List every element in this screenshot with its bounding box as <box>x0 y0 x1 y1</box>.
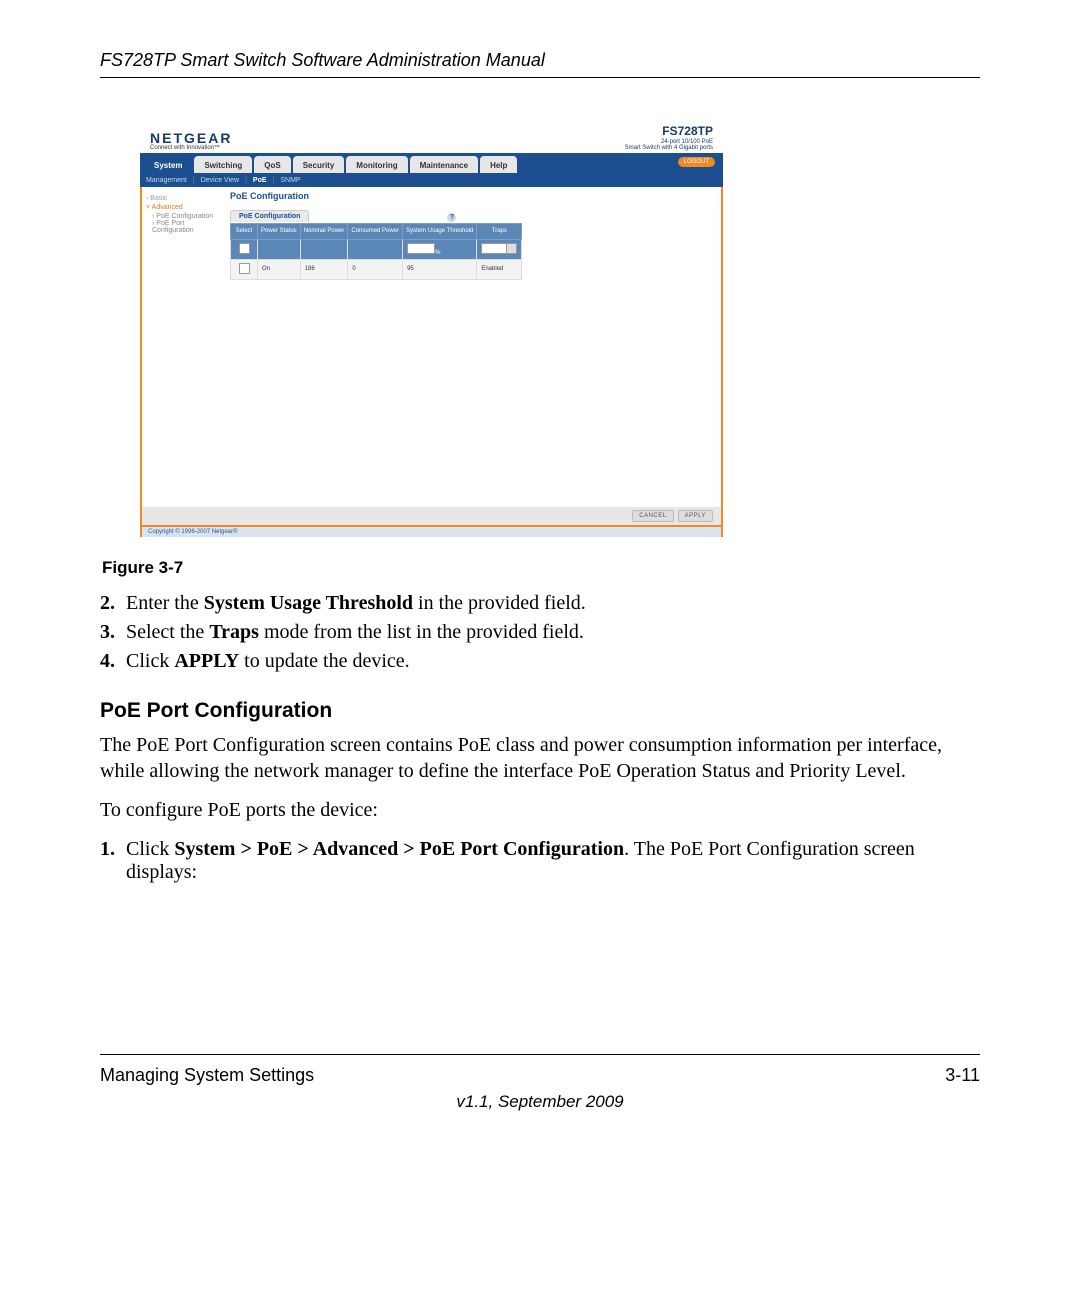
col-power-status: Power Status <box>258 224 301 240</box>
subtab-poe[interactable]: PoE <box>253 177 267 184</box>
sidebar-item-poe-port-config[interactable]: › PoE Port Configuration <box>152 220 220 234</box>
col-usage-threshold: System Usage Threshold <box>403 224 477 240</box>
steps-list-top: 2.Enter the System Usage Threshold in th… <box>100 592 980 673</box>
section-p2: To configure PoE ports the device: <box>100 798 980 824</box>
brand-logo: NETGEAR <box>150 131 232 145</box>
tab-qos[interactable]: QoS <box>254 156 290 173</box>
footer-bar: CANCEL APPLY <box>140 507 723 527</box>
copyright: Copyright © 1996-2007 Netgear® <box>140 527 723 537</box>
sidebar-item-basic[interactable]: › Basic <box>146 195 220 202</box>
poe-config-table: Select Power Status Nominal Power Consum… <box>230 223 522 280</box>
sidebar: › Basic ˅ Advanced › PoE Configuration ›… <box>142 187 224 507</box>
footer-right: 3-11 <box>945 1065 980 1086</box>
page-footer: Managing System Settings 3-11 <box>100 1054 980 1086</box>
col-select: Select <box>231 224 258 240</box>
tab-maintenance[interactable]: Maintenance <box>410 156 478 173</box>
sidebar-item-advanced[interactable]: ˅ Advanced <box>146 204 220 211</box>
cancel-button[interactable]: CANCEL <box>632 510 673 522</box>
tab-switching[interactable]: Switching <box>194 156 252 173</box>
subtab-deviceview[interactable]: Device View <box>201 177 239 184</box>
running-header: FS728TP Smart Switch Software Administra… <box>100 50 980 78</box>
subtab-management[interactable]: Management <box>146 177 187 184</box>
section-heading: PoE Port Configuration <box>100 699 980 723</box>
sub-tabs: Management| Device View| PoE| SNMP <box>140 173 723 187</box>
select-all-checkbox[interactable] <box>239 243 250 254</box>
model-block: FS728TP 24-port 10/100 PoE Smart Switch … <box>625 123 713 151</box>
col-consumed-power: Consumed Power <box>348 224 403 240</box>
section-p1: The PoE Port Configuration screen contai… <box>100 733 980 784</box>
col-nominal-power: Nominal Power <box>300 224 348 240</box>
traps-select[interactable] <box>481 243 517 254</box>
tab-help[interactable]: Help <box>480 156 517 173</box>
admin-screenshot: NETGEAR Connect with Innovation™ FS728TP… <box>140 118 723 540</box>
figure-3-7: NETGEAR Connect with Innovation™ FS728TP… <box>140 118 980 540</box>
col-traps: Traps <box>477 224 522 240</box>
row-checkbox[interactable] <box>239 263 250 274</box>
help-icon[interactable]: ? <box>447 213 456 222</box>
tab-monitoring[interactable]: Monitoring <box>346 156 407 173</box>
panel-title: PoE Configuration <box>230 191 715 201</box>
figure-label: Figure 3-7 <box>102 558 980 578</box>
footer-left: Managing System Settings <box>100 1065 314 1086</box>
logout-button[interactable]: LOGOUT <box>678 157 715 167</box>
input-row: % <box>231 239 522 259</box>
steps-list-bottom: 1.Click System > PoE > Advanced > PoE Po… <box>100 838 980 884</box>
tab-system[interactable]: System <box>144 156 192 173</box>
threshold-input[interactable] <box>407 243 435 254</box>
inner-tab-poe-config[interactable]: PoE Configuration ? <box>230 210 309 222</box>
tab-security[interactable]: Security <box>293 156 345 173</box>
subtab-snmp[interactable]: SNMP <box>280 177 300 184</box>
table-row: On 186 0 95 Enabled <box>231 259 522 279</box>
apply-button[interactable]: APPLY <box>678 510 713 522</box>
main-tabs: System Switching QoS Security Monitoring… <box>140 153 723 173</box>
footer-version: v1.1, September 2009 <box>100 1092 980 1112</box>
sidebar-item-poe-config[interactable]: › PoE Configuration <box>152 213 220 220</box>
